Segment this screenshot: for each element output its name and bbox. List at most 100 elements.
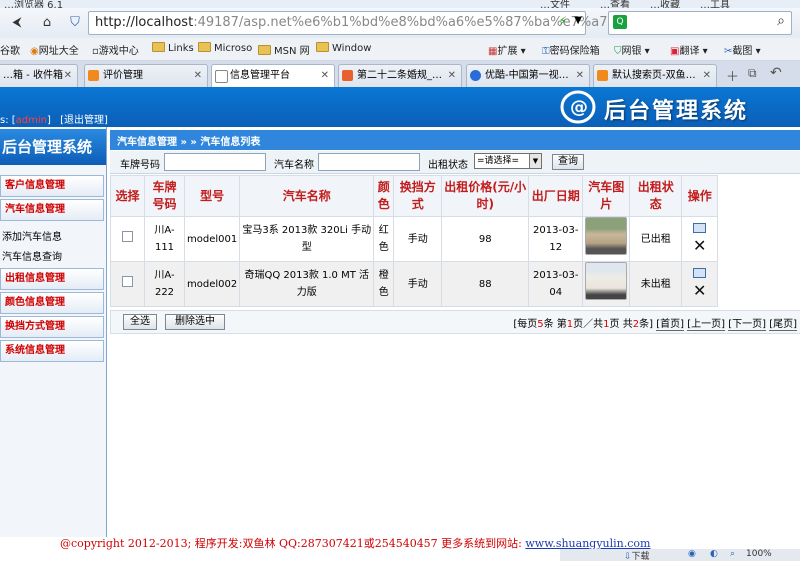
- close-icon[interactable]: ✕: [64, 65, 72, 86]
- menu-item[interactable]: …收藏: [650, 0, 680, 8]
- search-engine-icon[interactable]: Q: [613, 15, 627, 29]
- play-icon: [470, 70, 481, 81]
- filter-bar: 车牌号码 汽车名称 出租状态 =请选择= ▼ 查询: [110, 151, 800, 174]
- tab-info-platform[interactable]: 信息管理平台 ✕: [211, 64, 335, 88]
- search-input[interactable]: Q ⌕: [608, 11, 792, 35]
- chevron-down-icon[interactable]: ▼: [574, 15, 582, 26]
- rental-status-select[interactable]: =请选择= ▼: [474, 153, 542, 169]
- close-icon[interactable]: ✕: [576, 65, 584, 86]
- column-header: 换挡方式: [393, 175, 443, 217]
- screenshot-button[interactable]: ✂截图 ▾: [724, 42, 761, 57]
- bookmark-folder[interactable]: Microso: [198, 42, 252, 54]
- pager: [每页5条 第1页／共1页 共2条] [首页] [上一页] [下一页] [尾页]: [513, 315, 797, 331]
- next-page-link[interactable]: [下一页]: [728, 319, 766, 331]
- window-title-bar: …浏览器 6.1 …文件 …查看 …收藏 …工具: [0, 0, 800, 8]
- gear-cell: 手动: [393, 261, 443, 307]
- address-bar[interactable]: http://localhost:49187/asp.net%e6%b1%bd%…: [88, 11, 633, 35]
- prev-page-link[interactable]: [上一页]: [687, 319, 725, 331]
- model-cell: model001: [183, 216, 241, 262]
- tab-youku[interactable]: 优酷-中国第一视… ✕: [466, 64, 590, 87]
- password-vault-button[interactable]: ⚿密码保险箱: [542, 42, 600, 57]
- color-cell: 红色: [373, 216, 395, 262]
- download-button[interactable]: ⇩下载: [624, 549, 650, 562]
- close-icon[interactable]: ✕: [703, 65, 711, 86]
- row-select-cell: [110, 216, 145, 262]
- menu-item[interactable]: …查看: [600, 0, 630, 8]
- bolt-icon[interactable]: ⚡: [559, 14, 567, 28]
- bookmark-item[interactable]: ▫游戏中心: [92, 42, 139, 57]
- plate-cell: 川A-222: [144, 261, 185, 307]
- new-tab-icon[interactable]: ＋: [726, 66, 739, 85]
- menu-item[interactable]: …文件: [540, 0, 570, 8]
- tab-bar: …箱 - 收件箱 ✕ 评价管理 ✕ 信息管理平台 ✕ 第二十二条婚规_… ✕ 优…: [0, 61, 800, 88]
- car-thumbnail[interactable]: [585, 217, 628, 255]
- column-header: 出租状态: [629, 175, 683, 217]
- bookmark-folder[interactable]: Links: [152, 42, 194, 54]
- last-page-link[interactable]: [尾页]: [769, 319, 797, 331]
- sidebar-item-color[interactable]: 颜色信息管理: [0, 292, 104, 314]
- undo-icon[interactable]: ↶: [770, 65, 782, 81]
- shield-icon[interactable]: ⛉: [64, 12, 86, 34]
- row-checkbox[interactable]: [122, 230, 133, 242]
- bookmarks-bar: 谷歌 ◉网址大全 ▫游戏中心 Links Microso MSN 网 Windo…: [0, 38, 800, 61]
- sidebar-subitem-add-car[interactable]: 添加汽车信息: [2, 228, 62, 243]
- sidebar-item-customer[interactable]: 客户信息管理: [0, 175, 104, 197]
- select-all-button[interactable]: 全选: [123, 314, 157, 330]
- bookmark-folder[interactable]: Window: [316, 42, 371, 54]
- sidebar-subitem-query-car[interactable]: 汽车信息查询: [2, 248, 62, 263]
- bank-button[interactable]: ⛉网银 ▾: [614, 42, 650, 57]
- zoom-level[interactable]: 100%: [746, 549, 772, 559]
- plate-label: 车牌号码: [120, 160, 160, 171]
- home-icon[interactable]: ⌂: [36, 12, 58, 34]
- globe-icon[interactable]: ◉: [688, 549, 696, 559]
- row-checkbox[interactable]: [122, 275, 133, 287]
- plate-input[interactable]: [164, 153, 266, 171]
- car-thumbnail[interactable]: [585, 262, 628, 300]
- bookmark-folder[interactable]: MSN 网: [258, 42, 310, 57]
- query-button[interactable]: 查询: [552, 154, 584, 170]
- delete-selected-button[interactable]: 删除选中: [165, 314, 225, 330]
- column-header: 汽车图片: [582, 175, 631, 217]
- breadcrumb-bar: 汽车信息管理 » » 汽车信息列表: [110, 130, 800, 150]
- car-name-input[interactable]: [318, 153, 420, 171]
- tab-label: …箱 - 收件箱: [3, 70, 63, 81]
- close-icon[interactable]: ✕: [448, 65, 456, 86]
- chevron-down-icon[interactable]: ▼: [529, 154, 541, 168]
- copyright-text: @copyright 2012-2013; 程序开发:双鱼林 QQ:287307…: [60, 537, 526, 550]
- logo-icon: @: [560, 90, 596, 124]
- search-icon[interactable]: ⌕: [777, 13, 785, 29]
- extensions-button[interactable]: ▦扩展 ▾: [488, 42, 526, 57]
- close-icon[interactable]: ✕: [194, 65, 202, 86]
- tab-search[interactable]: 默认搜索页-双鱼… ✕: [593, 64, 717, 87]
- delete-icon[interactable]: ✕: [693, 236, 706, 255]
- delete-icon[interactable]: ✕: [693, 281, 706, 300]
- tab-marriage[interactable]: 第二十二条婚规_… ✕: [338, 64, 462, 87]
- zoom-icon[interactable]: ⌕: [730, 549, 735, 559]
- logout-link[interactable]: [退出管理]: [60, 115, 108, 126]
- plate-cell: 川A-111: [144, 216, 185, 262]
- sidebar-item-car[interactable]: 汽车信息管理: [0, 199, 104, 221]
- bookmark-item[interactable]: 谷歌: [0, 42, 20, 57]
- translate-button[interactable]: ▣翻译 ▾: [670, 42, 708, 57]
- page-icon: [215, 70, 228, 83]
- edit-icon[interactable]: [693, 222, 707, 233]
- back-icon[interactable]: ⮜: [6, 12, 28, 34]
- status-bar: ⇩下载 ◉ ◐ ⌕ 100%: [560, 549, 800, 562]
- sidebar-item-rental[interactable]: 出租信息管理: [0, 268, 104, 290]
- car-image-cell: [582, 216, 631, 262]
- edit-icon[interactable]: [693, 267, 707, 278]
- sidebar-title: 后台管理系统: [0, 129, 106, 165]
- sound-icon[interactable]: ◐: [710, 549, 718, 559]
- tab-rating[interactable]: 评价管理 ✕: [84, 64, 208, 87]
- close-icon[interactable]: ✕: [321, 65, 329, 86]
- bookmark-item[interactable]: ◉网址大全: [30, 42, 79, 57]
- column-header: 选择: [110, 175, 145, 217]
- tab-mail[interactable]: …箱 - 收件箱 ✕: [0, 64, 78, 87]
- menu-item[interactable]: …工具: [700, 0, 730, 8]
- first-page-link[interactable]: [首页]: [656, 319, 684, 331]
- sidebar-item-gear[interactable]: 换挡方式管理: [0, 316, 104, 338]
- restore-tab-icon[interactable]: ⧉: [748, 66, 757, 81]
- sidebar-item-system[interactable]: 系统信息管理: [0, 340, 104, 362]
- user-info: s: [admin] [退出管理]: [0, 111, 108, 126]
- car-name-label: 汽车名称: [274, 160, 314, 171]
